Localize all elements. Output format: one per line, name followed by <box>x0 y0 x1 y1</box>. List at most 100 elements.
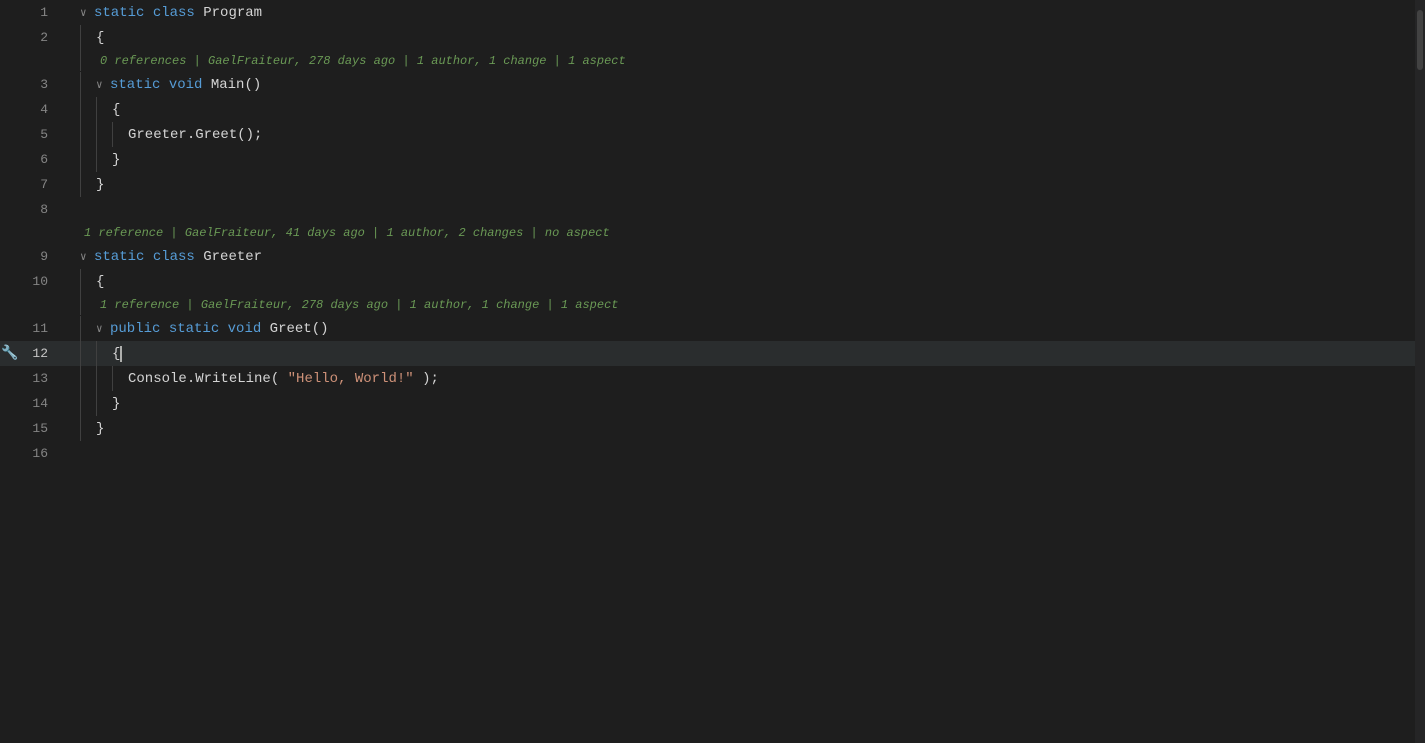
token-plain: } <box>112 152 120 168</box>
token-keyword: class <box>153 5 195 21</box>
line-content[interactable]: } <box>80 172 1415 197</box>
code-line: 8 <box>0 197 1415 222</box>
line-content[interactable]: ∨static class Program <box>80 5 1415 21</box>
indent-guide <box>80 341 96 366</box>
meta-info-text: 0 references | GaelFraiteur, 278 days ag… <box>100 54 626 68</box>
token-plain: ( <box>271 371 288 387</box>
line-number: 11 <box>20 321 60 336</box>
line-number: 15 <box>20 421 60 436</box>
token-plain: () <box>312 321 329 337</box>
token-methodName: Greet <box>195 127 237 143</box>
token-fold[interactable]: ∨ <box>80 250 92 264</box>
token-plain <box>195 249 203 265</box>
indent-guide <box>80 269 96 294</box>
token-methodName: Main <box>211 77 245 93</box>
code-line: 5 Greeter.Greet(); <box>0 122 1415 147</box>
indent-guide <box>112 122 128 147</box>
line-content[interactable]: } <box>80 416 1415 441</box>
indent-guide <box>80 97 96 122</box>
meta-info-text: 1 reference | GaelFraiteur, 278 days ago… <box>100 298 618 312</box>
line-content[interactable]: Greeter.Greet(); <box>80 122 1415 147</box>
line-number: 2 <box>20 30 60 45</box>
indent-guide <box>80 391 96 416</box>
token-fold[interactable]: ∨ <box>96 322 108 336</box>
line-content[interactable]: } <box>80 391 1415 416</box>
token-plain <box>160 77 168 93</box>
code-editor[interactable]: 1∨static class Program2{0 references | G… <box>0 0 1415 743</box>
line-number: 13 <box>20 371 60 386</box>
line-content[interactable]: ∨static class Greeter <box>80 249 1415 265</box>
indent-guide <box>96 147 112 172</box>
breakpoint-icon: 🔧 <box>1 346 18 362</box>
token-plain: { <box>96 30 104 46</box>
line-number: 6 <box>20 152 60 167</box>
meta-info-text: 1 reference | GaelFraiteur, 41 days ago … <box>84 226 610 240</box>
token-plain: { <box>96 274 104 290</box>
token-className: Console <box>128 371 187 387</box>
token-keyword: static <box>94 5 144 21</box>
indent-guide <box>80 172 96 197</box>
token-keyword: void <box>228 321 262 337</box>
token-plain: { <box>112 102 120 118</box>
token-plain <box>202 77 210 93</box>
token-className: Program <box>203 5 262 21</box>
token-className: Greeter <box>128 127 187 143</box>
line-number: 9 <box>20 249 60 264</box>
token-keyword: public <box>110 321 160 337</box>
token-string: "Hello, World!" <box>288 371 414 387</box>
indent-guide <box>96 122 112 147</box>
token-keyword: static <box>169 321 219 337</box>
meta-info-line: 1 reference | GaelFraiteur, 278 days ago… <box>0 294 1415 316</box>
code-line: 3∨static void Main() <box>0 72 1415 97</box>
indent-guide <box>96 341 112 366</box>
code-line: 4{ <box>0 97 1415 122</box>
line-content[interactable]: { <box>80 269 1415 294</box>
token-plain: } <box>112 396 120 412</box>
token-fold[interactable]: ∨ <box>80 6 92 20</box>
indent-guide <box>80 122 96 147</box>
token-methodName: Greet <box>270 321 312 337</box>
indent-guide <box>80 25 96 50</box>
scrollbar[interactable] <box>1415 0 1425 743</box>
code-line: 1 ∨static class Program <box>0 0 1415 25</box>
line-number: 14 <box>20 396 60 411</box>
line-number: 1 <box>20 5 60 20</box>
editor-container: 1∨static class Program2{0 references | G… <box>0 0 1425 743</box>
breakpoint-area: 🔧 <box>0 345 20 362</box>
indent-guide <box>112 366 128 391</box>
line-content[interactable]: ∨static void Main() <box>80 72 1415 97</box>
token-keyword: static <box>110 77 160 93</box>
line-number: 12 <box>20 346 60 361</box>
indent-guide <box>80 416 96 441</box>
code-line: 11 ∨public static void Greet() <box>0 316 1415 341</box>
token-plain: } <box>96 177 104 193</box>
line-content[interactable]: Console.WriteLine( "Hello, World!" ); <box>80 366 1415 391</box>
line-number: 8 <box>20 202 60 217</box>
code-line: 🔧12 { <box>0 341 1415 366</box>
token-plain <box>160 321 168 337</box>
indent-guide <box>80 72 96 97</box>
line-content[interactable]: { <box>80 341 1415 366</box>
indent-guide <box>80 316 96 341</box>
scrollbar-thumb[interactable] <box>1417 10 1423 70</box>
token-plain: () <box>244 77 261 93</box>
line-number: 7 <box>20 177 60 192</box>
token-plain: { <box>112 346 120 362</box>
token-plain: . <box>187 371 195 387</box>
token-fold[interactable]: ∨ <box>96 78 108 92</box>
token-methodName: WriteLine <box>195 371 271 387</box>
token-plain <box>144 5 152 21</box>
line-content[interactable]: { <box>80 97 1415 122</box>
line-content[interactable]: ∨public static void Greet() <box>80 316 1415 341</box>
line-content[interactable]: } <box>80 147 1415 172</box>
token-plain: } <box>96 421 104 437</box>
code-line: 6} <box>0 147 1415 172</box>
line-number: 4 <box>20 102 60 117</box>
line-number: 16 <box>20 446 60 461</box>
line-number: 5 <box>20 127 60 142</box>
indent-guide <box>80 366 96 391</box>
indent-guide <box>96 366 112 391</box>
line-content[interactable]: { <box>80 25 1415 50</box>
token-plain: ); <box>414 371 439 387</box>
code-line: 10{ <box>0 269 1415 294</box>
